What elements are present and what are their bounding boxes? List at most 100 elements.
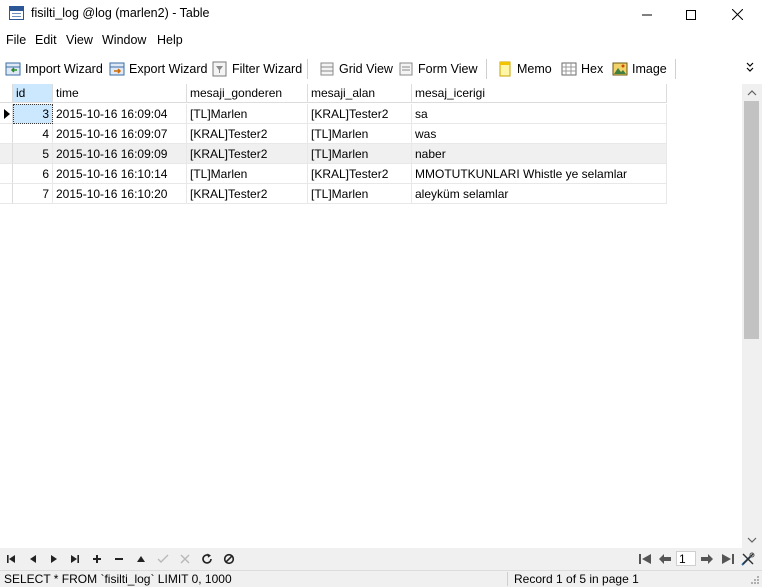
cell-id[interactable]: 7: [13, 184, 53, 204]
column-header-mesaji-alan[interactable]: mesaji_alan: [308, 84, 412, 103]
minimize-button[interactable]: [624, 0, 670, 29]
minus-icon: [115, 558, 123, 560]
form-view-button[interactable]: Form View: [398, 59, 478, 79]
table-row[interactable]: 3 2015-10-16 16:09:04 [TL]Marlen [KRAL]Test…: [0, 104, 667, 124]
maximize-button[interactable]: [668, 0, 714, 29]
vertical-scrollbar[interactable]: [742, 84, 762, 548]
previous-record-button[interactable]: [25, 551, 41, 567]
import-wizard-button[interactable]: Import Wizard: [5, 59, 103, 79]
grid-view-button[interactable]: Grid View: [319, 59, 393, 79]
triangle-up-icon: [137, 556, 145, 562]
first-record-icon: [7, 555, 15, 563]
row-header[interactable]: [0, 184, 13, 204]
column-header-mesaji-gonderen[interactable]: mesaji_gonderen: [187, 84, 308, 103]
plus-icon: [93, 555, 101, 563]
cell-mesaj-icerigi[interactable]: MMOTUTKUNLARI Whistle ye selamlar: [412, 164, 667, 184]
delete-record-button[interactable]: [111, 551, 127, 567]
toolbar-overflow-button[interactable]: [744, 56, 756, 80]
edit-record-button[interactable]: [133, 551, 149, 567]
cell-mesaji-alan[interactable]: [TL]Marlen: [308, 124, 412, 144]
menu-window[interactable]: Window: [102, 33, 146, 47]
cell-id[interactable]: 5: [13, 144, 53, 164]
row-header[interactable]: [0, 164, 13, 184]
filter-wizard-button[interactable]: Filter Wizard: [212, 59, 302, 79]
hex-button[interactable]: Hex: [561, 59, 603, 79]
row-header[interactable]: [0, 104, 13, 124]
first-record-button[interactable]: [3, 551, 19, 567]
menu-file[interactable]: File: [6, 33, 26, 47]
scroll-up-button[interactable]: [742, 84, 762, 101]
status-separator: [507, 572, 508, 586]
maximize-icon: [686, 9, 696, 20]
window-title: fisilti_log @log (marlen2) - Table: [31, 6, 210, 20]
cell-mesaji-gonderen[interactable]: [TL]Marlen: [187, 164, 308, 184]
column-header-id[interactable]: id: [13, 84, 53, 103]
chevron-up-icon: [747, 89, 757, 95]
cell-mesaji-alan[interactable]: [TL]Marlen: [308, 184, 412, 204]
table-row[interactable]: 4 2015-10-16 16:09:07 [KRAL]Tester2 [TL]Mar…: [0, 124, 667, 144]
cell-mesaji-gonderen[interactable]: [KRAL]Tester2: [187, 144, 308, 164]
column-header-mesaj-icerigi[interactable]: mesaj_icerigi: [412, 84, 667, 103]
tools-icon: [741, 552, 755, 566]
cell-time[interactable]: 2015-10-16 16:09:09: [53, 144, 187, 164]
first-page-button[interactable]: [637, 551, 653, 567]
cell-time[interactable]: 2015-10-16 16:09:07: [53, 124, 187, 144]
hex-icon: [561, 62, 577, 76]
cell-mesaji-gonderen[interactable]: [TL]Marlen: [187, 104, 308, 124]
next-record-button[interactable]: [46, 551, 62, 567]
page-number-input[interactable]: [676, 551, 696, 566]
cell-mesaji-alan[interactable]: [KRAL]Tester2: [308, 164, 412, 184]
menu-view[interactable]: View: [66, 33, 93, 47]
memo-button[interactable]: Memo: [497, 59, 552, 79]
previous-page-button[interactable]: [657, 551, 673, 567]
row-header[interactable]: [0, 124, 13, 144]
cell-mesaji-gonderen[interactable]: [KRAL]Tester2: [187, 184, 308, 204]
scroll-thumb[interactable]: [744, 101, 759, 339]
export-wizard-button[interactable]: Export Wizard: [109, 59, 208, 79]
column-header-time[interactable]: time: [53, 84, 187, 103]
apply-changes-button[interactable]: [155, 551, 171, 567]
image-icon: [612, 62, 628, 76]
cell-id[interactable]: 3: [13, 104, 53, 124]
next-page-button[interactable]: [699, 551, 715, 567]
stop-icon: [223, 553, 235, 565]
cell-time[interactable]: 2015-10-16 16:09:04: [53, 104, 187, 124]
hex-label: Hex: [581, 62, 604, 76]
arrow-right-icon: [701, 554, 713, 564]
close-button[interactable]: [714, 0, 760, 29]
cell-time[interactable]: 2015-10-16 16:10:20: [53, 184, 187, 204]
table-row[interactable]: 6 2015-10-16 16:10:14 [TL]Marlen [KRAL]Test…: [0, 164, 667, 184]
cell-mesaji-gonderen[interactable]: [KRAL]Tester2: [187, 124, 308, 144]
data-grid[interactable]: id time mesaji_gonderen mesaji_alan mesa…: [0, 84, 742, 548]
cell-time[interactable]: 2015-10-16 16:10:14: [53, 164, 187, 184]
cell-mesaj-icerigi[interactable]: aleyküm selamlar: [412, 184, 667, 204]
cell-id[interactable]: 4: [13, 124, 53, 144]
menu-edit[interactable]: Edit: [35, 33, 57, 47]
table-row[interactable]: 7 2015-10-16 16:10:20 [KRAL]Tester2 [TL]Mar…: [0, 184, 667, 204]
image-button[interactable]: Image: [612, 59, 667, 79]
table-row[interactable]: 5 2015-10-16 16:09:09 [KRAL]Tester2 [TL]Mar…: [0, 144, 667, 164]
scroll-down-button[interactable]: [742, 531, 762, 548]
row-header[interactable]: [0, 144, 13, 164]
resize-grip-icon[interactable]: [750, 575, 760, 585]
form-view-icon: [399, 62, 413, 76]
filter-wizard-icon: [212, 61, 227, 77]
toolbar: Import Wizard Export Wizard Filter Wizar…: [0, 56, 762, 82]
cell-mesaji-alan[interactable]: [TL]Marlen: [308, 144, 412, 164]
first-page-icon: [639, 554, 651, 564]
cell-mesaj-icerigi[interactable]: was: [412, 124, 667, 144]
last-record-button[interactable]: [67, 551, 83, 567]
discard-changes-button[interactable]: [177, 551, 193, 567]
last-page-button[interactable]: [720, 551, 736, 567]
add-record-button[interactable]: [89, 551, 105, 567]
menu-help[interactable]: Help: [157, 33, 183, 47]
stop-button[interactable]: [221, 551, 237, 567]
refresh-button[interactable]: [199, 551, 215, 567]
cell-mesaj-icerigi[interactable]: naber: [412, 144, 667, 164]
cell-mesaji-alan[interactable]: [KRAL]Tester2: [308, 104, 412, 124]
cell-id[interactable]: 6: [13, 164, 53, 184]
limit-settings-button[interactable]: [740, 551, 756, 567]
cell-mesaj-icerigi[interactable]: sa: [412, 104, 667, 124]
status-record-info: Record 1 of 5 in page 1: [514, 572, 639, 586]
record-navigation-bar: [0, 548, 762, 570]
